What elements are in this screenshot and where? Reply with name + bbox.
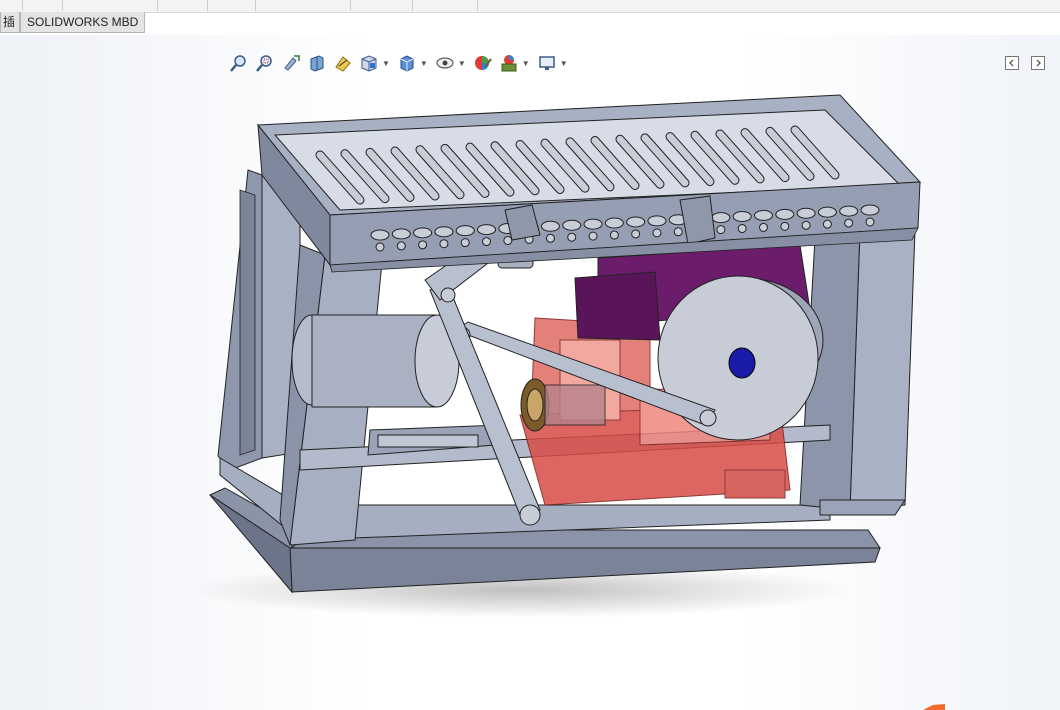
front-roller — [647, 215, 667, 227]
roller-bearing — [716, 225, 726, 235]
front-roller — [817, 206, 837, 218]
menu-seg[interactable] — [255, 0, 351, 11]
menu-seg[interactable] — [350, 0, 413, 11]
menu-seg[interactable] — [412, 0, 478, 11]
roller-bearing — [503, 235, 513, 245]
roller-bearing — [780, 221, 790, 231]
front-roller — [732, 211, 752, 223]
roller-bearing — [631, 229, 641, 239]
front-roller — [434, 226, 454, 238]
front-roller — [540, 220, 560, 232]
roller-bearing — [737, 224, 747, 234]
tab-addins[interactable]: 插件 — [0, 12, 20, 33]
roller-bearing — [375, 242, 385, 252]
roller-bearing — [545, 233, 555, 243]
roller-bearing — [801, 220, 811, 230]
front-roller — [860, 204, 880, 216]
roller-bearing — [652, 228, 662, 238]
menu-seg[interactable] — [22, 0, 63, 11]
tab-solidworks-mbd[interactable]: SOLIDWORKS MBD — [20, 12, 146, 33]
roller-bearing — [673, 227, 683, 237]
roller-bearing — [482, 237, 492, 247]
front-roller — [753, 209, 773, 221]
roller-bearing — [396, 241, 406, 251]
front-roller — [455, 225, 475, 237]
roller-bearing — [609, 230, 619, 240]
roller-bearing — [439, 239, 449, 249]
front-roller — [839, 205, 859, 217]
coupling — [520, 378, 606, 432]
front-roller — [604, 217, 624, 229]
menu-seg[interactable] — [207, 0, 256, 11]
roller-bearing — [758, 222, 768, 232]
front-roller — [711, 212, 731, 224]
roller-bearing — [567, 232, 577, 242]
front-roller — [775, 208, 795, 220]
front-roller — [562, 219, 582, 231]
assembly-model[interactable] — [0, 35, 1060, 710]
roller-bearing — [460, 238, 470, 248]
front-roller — [413, 227, 433, 239]
command-manager-tabs: 插件 SOLIDWORKS MBD — [0, 12, 146, 34]
front-roller — [477, 224, 497, 236]
menu-strip — [0, 0, 1060, 13]
menu-seg[interactable] — [62, 0, 158, 11]
roller-bearing — [418, 240, 428, 250]
front-roller — [796, 207, 816, 219]
status-indicator — [923, 704, 945, 710]
menu-seg[interactable] — [0, 0, 23, 11]
roller-bearing — [822, 219, 832, 229]
front-roller — [370, 229, 390, 241]
roller-bearing — [844, 218, 854, 228]
front-roller — [583, 218, 603, 230]
roller-bearing — [865, 217, 875, 227]
roller-bearing — [588, 231, 598, 241]
front-roller — [391, 228, 411, 240]
menu-seg[interactable] — [157, 0, 208, 11]
front-roller — [626, 216, 646, 228]
